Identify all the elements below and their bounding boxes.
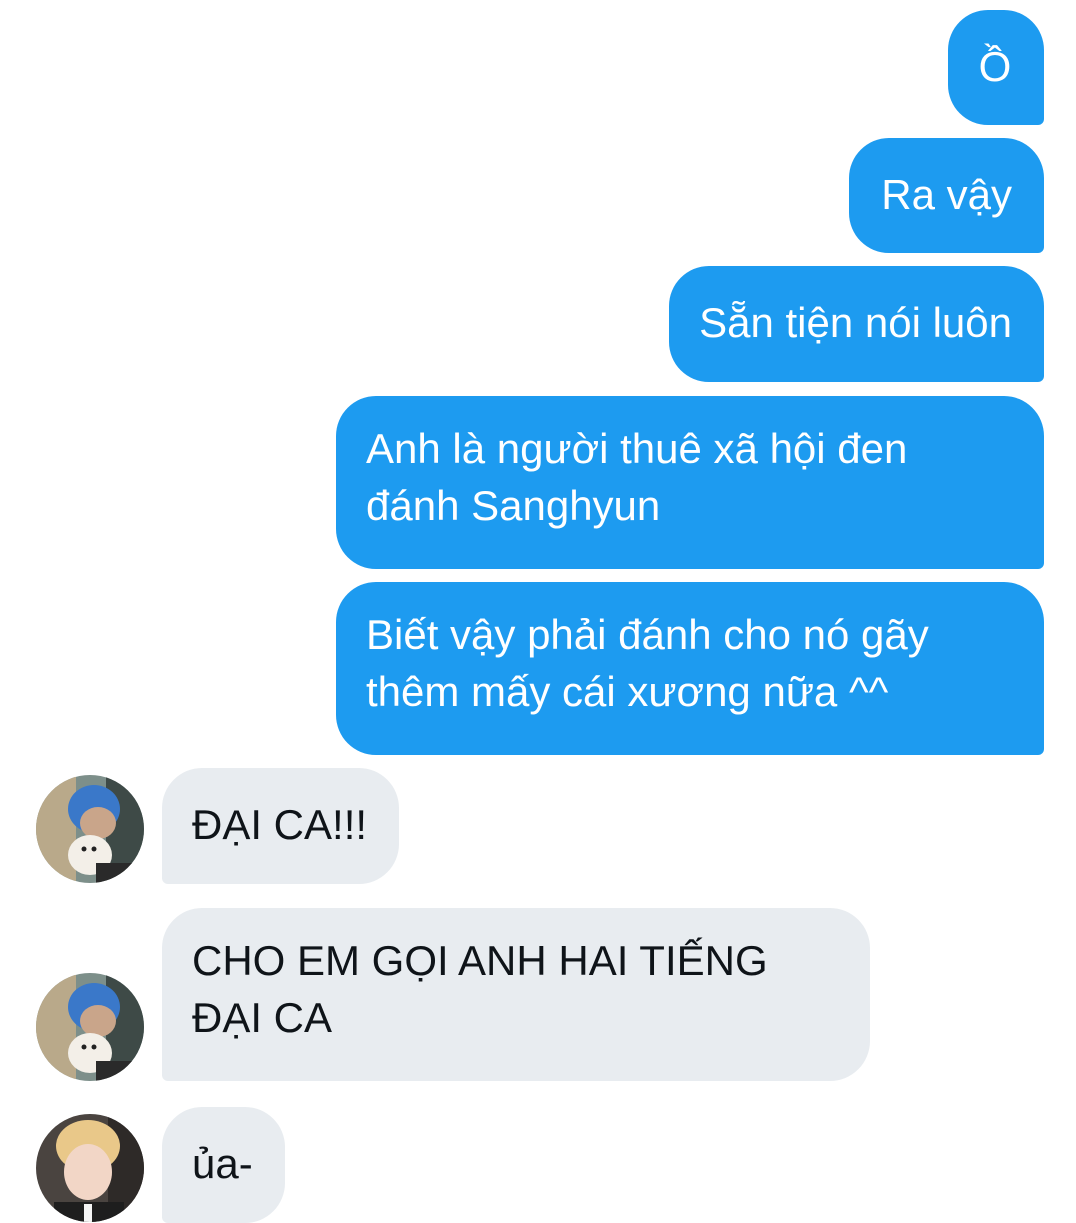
avatar-blue-hair-with-dog-icon xyxy=(36,775,144,883)
message-bubble-outgoing[interactable]: Ra vậy xyxy=(849,138,1044,253)
message-bubble-outgoing[interactable]: Ồ xyxy=(948,10,1044,125)
message-bubble-incoming[interactable]: CHO EM GỌI ANH HAI TIẾNG ĐẠI CA xyxy=(162,908,870,1081)
avatar-blonde-hair-icon xyxy=(36,1114,144,1222)
message-bubble-incoming[interactable]: ĐẠI CA!!! xyxy=(162,768,400,884)
message-bubble-outgoing[interactable]: Sẵn tiện nói luôn xyxy=(669,266,1044,382)
contact-avatar[interactable] xyxy=(36,1114,144,1222)
message-bubble-outgoing[interactable]: Anh là người thuê xã hội đen đánh Sanghy… xyxy=(336,396,1044,569)
message-bubble-outgoing[interactable]: Biết vậy phải đánh cho nó gãy thêm mấy c… xyxy=(336,582,1044,755)
contact-avatar[interactable] xyxy=(36,973,144,1081)
contact-avatar[interactable] xyxy=(36,775,144,883)
message-bubble-incoming[interactable]: ủa- xyxy=(162,1107,285,1223)
avatar-blue-hair-with-dog-icon xyxy=(36,973,144,1081)
